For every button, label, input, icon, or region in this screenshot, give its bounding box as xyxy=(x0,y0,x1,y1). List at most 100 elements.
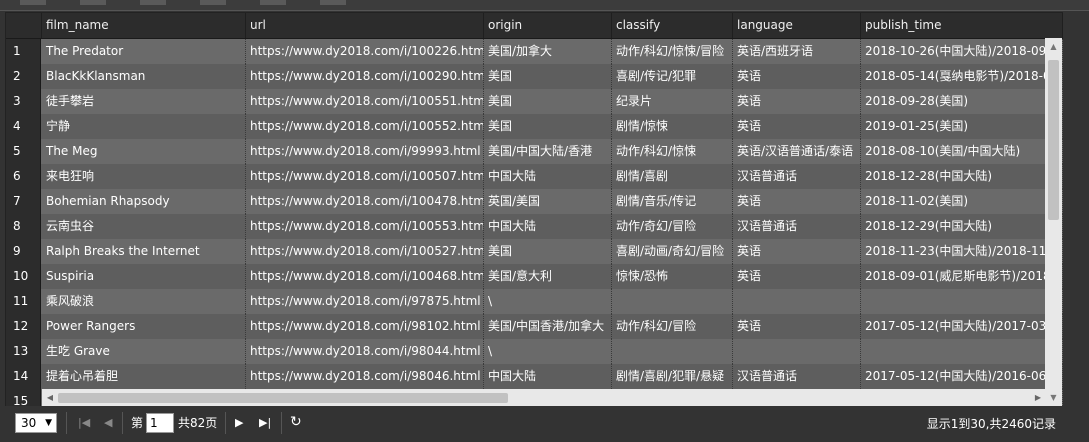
next-page-icon[interactable]: ▶ xyxy=(235,414,243,432)
cell-publish-time[interactable]: 2018-11-02(美国) xyxy=(861,189,1063,214)
cell-publish-time[interactable]: 2018-12-28(中国大陆) xyxy=(861,164,1063,189)
table-row[interactable]: 1 The Predator https://www.dy2018.com/i/10… xyxy=(6,39,1063,65)
cell-publish-time[interactable]: 2018-12-29(中国大陆) xyxy=(861,214,1063,239)
table-row[interactable]: 9 Ralph Breaks the Internet https://www.dy… xyxy=(6,239,1063,265)
cell-origin[interactable]: 美国 xyxy=(484,114,612,139)
cell-classify[interactable]: 剧情/惊悚 xyxy=(612,114,733,139)
table-row[interactable]: 5 The Meg https://www.dy2018.com/i/99993.h… xyxy=(6,139,1063,165)
cell-url[interactable]: https://www.dy2018.com/i/100290.html xyxy=(246,64,484,89)
column-header-film-name[interactable]: film_name xyxy=(42,13,246,38)
cell-publish-time[interactable] xyxy=(861,289,1063,314)
cell-language[interactable]: 汉语普通话 xyxy=(733,164,861,189)
cell-publish-time[interactable]: 2018-11-23(中国大陆)/2018-11- xyxy=(861,239,1063,264)
cell-origin[interactable]: 英国/美国 xyxy=(484,189,612,214)
cell-url[interactable]: https://www.dy2018.com/i/100478.html xyxy=(246,189,484,214)
table-row[interactable]: 10 Suspiria https://www.dy2018.com/i/10046… xyxy=(6,264,1063,290)
cell-language[interactable]: 英语 xyxy=(733,114,861,139)
cell-origin[interactable]: 美国/中国香港/加拿大 xyxy=(484,314,612,339)
cell-publish-time[interactable]: 2019-01-25(美国) xyxy=(861,114,1063,139)
cell-origin[interactable]: 中国大陆 xyxy=(484,364,612,389)
table-row[interactable]: 8 云南虫谷 https://www.dy2018.com/i/100553.htm… xyxy=(6,214,1063,240)
cell-url[interactable]: https://www.dy2018.com/i/100553.html xyxy=(246,214,484,239)
cell-classify[interactable]: 剧情/喜剧/犯罪/悬疑 xyxy=(612,364,733,389)
cell-language[interactable]: 英语/汉语普通话/泰语 xyxy=(733,139,861,164)
cell-classify[interactable]: 剧情/喜剧 xyxy=(612,164,733,189)
column-header-url[interactable]: url xyxy=(246,13,484,38)
table-row[interactable]: 14 提着心吊着胆 https://www.dy2018.com/i/98046.h… xyxy=(6,364,1063,390)
cell-url[interactable]: https://www.dy2018.com/i/100226.html xyxy=(246,39,484,64)
cell-origin[interactable]: 美国/中国大陆/香港 xyxy=(484,139,612,164)
cell-url[interactable]: https://www.dy2018.com/i/100527.html xyxy=(246,239,484,264)
cell-origin[interactable]: 中国大陆 xyxy=(484,164,612,189)
cell-language[interactable]: 英语 xyxy=(733,314,861,339)
cell-film-name[interactable]: The Meg xyxy=(42,139,246,164)
cell-language[interactable] xyxy=(733,339,861,364)
cell-publish-time[interactable]: 2017-05-12(中国大陆)/2016-06- xyxy=(861,364,1063,389)
cell-url[interactable]: https://www.dy2018.com/i/98044.html xyxy=(246,339,484,364)
vertical-scroll-thumb[interactable] xyxy=(1048,60,1059,220)
cell-classify[interactable]: 纪录片 xyxy=(612,89,733,114)
page-number-input[interactable]: 1 xyxy=(146,413,174,433)
cell-publish-time[interactable] xyxy=(861,339,1063,364)
cell-origin[interactable]: \ xyxy=(484,289,612,314)
table-row[interactable]: 11 乘风破浪 https://www.dy2018.com/i/97875.htm… xyxy=(6,289,1063,315)
cell-language[interactable]: 英语 xyxy=(733,264,861,289)
refresh-icon[interactable]: ↻ xyxy=(290,413,302,431)
table-row[interactable]: 7 Bohemian Rhapsody https://www.dy2018.com… xyxy=(6,189,1063,215)
cell-film-name[interactable]: 云南虫谷 xyxy=(42,214,246,239)
cell-url[interactable]: https://www.dy2018.com/i/100551.html xyxy=(246,89,484,114)
table-row[interactable]: 13 生吃 Grave https://www.dy2018.com/i/98044… xyxy=(6,339,1063,365)
cell-film-name[interactable]: 生吃 Grave xyxy=(42,339,246,364)
cell-language[interactable]: 英语 xyxy=(733,189,861,214)
cell-origin[interactable]: 美国 xyxy=(484,239,612,264)
cell-language[interactable]: 英语 xyxy=(733,239,861,264)
column-header-origin[interactable]: origin xyxy=(484,13,612,38)
last-page-icon[interactable]: ▶| xyxy=(259,414,271,432)
cell-url[interactable]: https://www.dy2018.com/i/100507.html xyxy=(246,164,484,189)
cell-film-name[interactable]: Suspiria xyxy=(42,264,246,289)
cell-film-name[interactable]: 宁静 xyxy=(42,114,246,139)
cell-url[interactable]: https://www.dy2018.com/i/100468.html xyxy=(246,264,484,289)
cell-film-name[interactable]: Power Rangers xyxy=(42,314,246,339)
cell-language[interactable]: 汉语普通话 xyxy=(733,214,861,239)
cell-publish-time[interactable]: 2018-08-10(美国/中国大陆) xyxy=(861,139,1063,164)
cell-film-name[interactable]: 提着心吊着胆 xyxy=(42,364,246,389)
cell-origin[interactable]: \ xyxy=(484,339,612,364)
table-row[interactable]: 2 BlacKkKlansman https://www.dy2018.com/i/… xyxy=(6,64,1063,90)
table-row[interactable]: 4 宁静 https://www.dy2018.com/i/100552.html 美… xyxy=(6,114,1063,140)
cell-film-name[interactable]: 来电狂响 xyxy=(42,164,246,189)
cell-film-name[interactable]: The Predator xyxy=(42,39,246,64)
cell-language[interactable]: 英语 xyxy=(733,64,861,89)
cell-url[interactable]: https://www.dy2018.com/i/100552.html xyxy=(246,114,484,139)
scroll-up-icon[interactable]: ▲ xyxy=(1045,38,1062,55)
scroll-right-icon[interactable]: ▶ xyxy=(1030,389,1046,407)
cell-classify[interactable]: 喜剧/动画/奇幻/冒险 xyxy=(612,239,733,264)
cell-classify[interactable] xyxy=(612,339,733,364)
cell-classify[interactable]: 动作/奇幻/冒险 xyxy=(612,214,733,239)
cell-publish-time[interactable]: 2018-10-26(中国大陆)/2018-09- xyxy=(861,39,1063,64)
cell-url[interactable]: https://www.dy2018.com/i/98102.html xyxy=(246,314,484,339)
vertical-scrollbar[interactable]: ▲ ▼ xyxy=(1045,38,1062,406)
cell-origin[interactable]: 美国/加拿大 xyxy=(484,39,612,64)
column-header-language[interactable]: language xyxy=(733,13,861,38)
cell-publish-time[interactable]: 2018-09-28(美国) xyxy=(861,89,1063,114)
cell-classify[interactable]: 喜剧/传记/犯罪 xyxy=(612,64,733,89)
cell-classify[interactable]: 动作/科幻/惊悚 xyxy=(612,139,733,164)
horizontal-scrollbar[interactable]: ◀ ▶ xyxy=(42,389,1046,407)
table-row[interactable]: 6 来电狂响 https://www.dy2018.com/i/100507.htm… xyxy=(6,164,1063,190)
cell-film-name[interactable]: 乘风破浪 xyxy=(42,289,246,314)
cell-classify[interactable] xyxy=(612,289,733,314)
first-page-icon[interactable]: |◀ xyxy=(78,414,90,432)
cell-classify[interactable]: 惊悚/恐怖 xyxy=(612,264,733,289)
cell-url[interactable]: https://www.dy2018.com/i/98046.html xyxy=(246,364,484,389)
cell-origin[interactable]: 美国 xyxy=(484,89,612,114)
cell-classify[interactable]: 动作/科幻/惊悚/冒险 xyxy=(612,39,733,64)
cell-language[interactable]: 英语 xyxy=(733,89,861,114)
cell-url[interactable]: https://www.dy2018.com/i/97875.html xyxy=(246,289,484,314)
cell-film-name[interactable]: Bohemian Rhapsody xyxy=(42,189,246,214)
table-row[interactable]: 12 Power Rangers https://www.dy2018.com/i/… xyxy=(6,314,1063,340)
cell-film-name[interactable]: Ralph Breaks the Internet xyxy=(42,239,246,264)
cell-film-name[interactable]: BlacKkKlansman xyxy=(42,64,246,89)
column-header-classify[interactable]: classify xyxy=(612,13,733,38)
cell-origin[interactable]: 美国 xyxy=(484,64,612,89)
